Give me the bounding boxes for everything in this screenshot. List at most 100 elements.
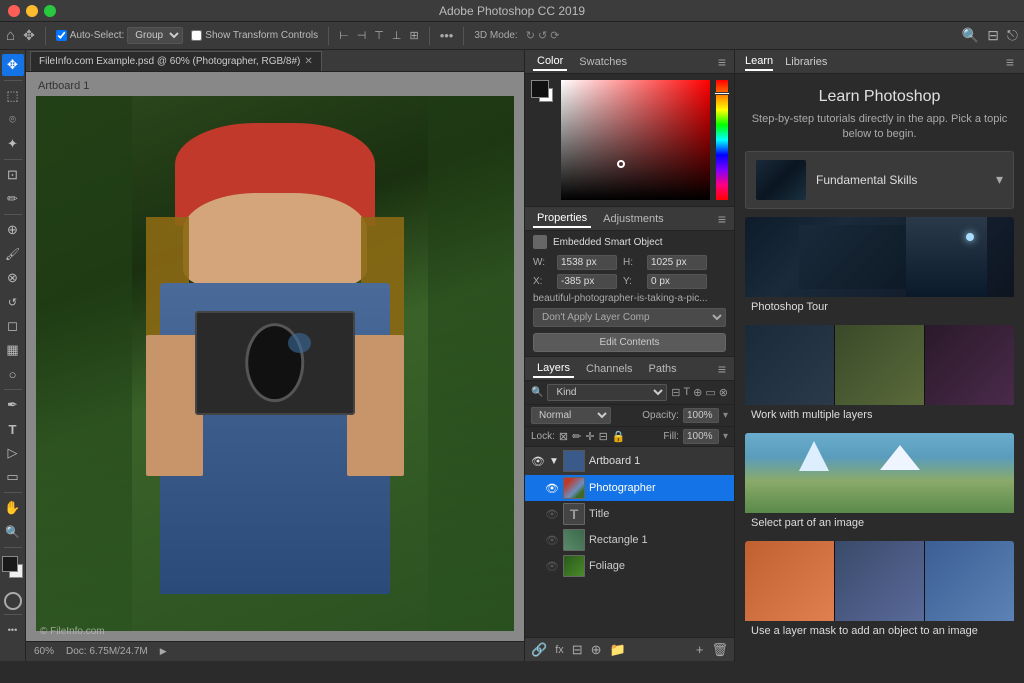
layer-vis-icon[interactable]: 👁 — [531, 455, 545, 468]
layer-item-title[interactable]: 👁 T Title — [525, 501, 734, 527]
layer-vis-rect[interactable]: 👁 — [545, 534, 559, 547]
tab-libraries[interactable]: Libraries — [785, 54, 827, 70]
close-button[interactable] — [8, 5, 20, 17]
adjustment-btn[interactable]: ⊕ — [591, 642, 602, 658]
home-icon[interactable]: ⌂ — [6, 27, 15, 44]
layer-item-rectangle1[interactable]: 👁 Rectangle 1 — [525, 527, 734, 553]
panel-menu-icon[interactable]: ≡ — [718, 54, 726, 70]
move-tool[interactable]: ✥ — [2, 54, 24, 76]
distribute-icon[interactable]: ⊞ — [409, 29, 418, 42]
eyedropper-tool[interactable]: ✏ — [2, 188, 24, 210]
history-brush-tool[interactable]: ↺ — [2, 291, 24, 313]
lock-pixels-icon[interactable]: ✏ — [572, 430, 581, 443]
more-tools-btn[interactable]: ••• — [2, 619, 24, 641]
spot-heal-tool[interactable]: ⊕ — [2, 219, 24, 241]
align-right-icon[interactable]: ⊤ — [374, 29, 384, 42]
color-gradient[interactable] — [561, 80, 710, 200]
edit-contents-btn[interactable]: Edit Contents — [533, 333, 726, 352]
layer-mask-btn[interactable]: ⊟ — [572, 642, 583, 658]
lock-transparent-icon[interactable]: ⊠ — [559, 430, 568, 443]
x-input[interactable] — [557, 274, 617, 289]
opacity-input[interactable] — [683, 408, 719, 423]
link-layers-btn[interactable]: 🔗 — [531, 642, 547, 658]
y-input[interactable] — [647, 274, 707, 289]
dodge-tool[interactable]: ○ — [2, 363, 24, 385]
tab-adjustments[interactable]: Adjustments — [599, 211, 668, 227]
layer-item-photographer[interactable]: 👁 Photographer — [525, 475, 734, 501]
align-center-icon[interactable]: ⊣ — [357, 29, 367, 42]
new-group-btn[interactable]: 📁 — [610, 642, 626, 658]
auto-select-checkbox[interactable] — [56, 30, 67, 41]
lock-artboard-icon[interactable]: ⊟ — [599, 430, 608, 443]
new-layer-btn[interactable]: + — [696, 642, 704, 657]
share-btn[interactable]: ⎋ — [1007, 27, 1018, 44]
w-input[interactable] — [557, 255, 617, 270]
learn-menu-icon[interactable]: ≡ — [1006, 54, 1014, 70]
layer-style-btn[interactable]: fx — [555, 644, 564, 656]
tutorial-multiple-layers[interactable]: Work with multiple layers — [745, 325, 1014, 427]
layer-vis-photographer[interactable]: 👁 — [545, 482, 559, 495]
zoom-tool[interactable]: 🔍 — [2, 521, 24, 543]
quick-select-tool[interactable]: ✦ — [2, 133, 24, 155]
h-input[interactable] — [647, 255, 707, 270]
tutorial-select-part[interactable]: Select part of an image — [745, 433, 1014, 535]
transform-check[interactable]: Show Transform Controls — [191, 30, 318, 41]
fg-color-swatch[interactable] — [2, 556, 18, 572]
filter-adj-icon[interactable]: ⊕ — [693, 386, 702, 399]
lasso-tool[interactable]: ⌾ — [2, 109, 24, 131]
eraser-tool[interactable]: ◻ — [2, 315, 24, 337]
fundamental-skills-header[interactable]: Fundamental Skills ▾ — [745, 151, 1014, 209]
tab-color[interactable]: Color — [533, 53, 567, 71]
layers-menu-icon[interactable]: ≡ — [718, 361, 726, 377]
lock-position-icon[interactable]: ✛ — [585, 430, 594, 443]
tab-channels[interactable]: Channels — [582, 361, 636, 377]
layout-btn[interactable]: ⊟ — [987, 27, 999, 44]
expand-icon[interactable]: ▼ — [549, 456, 559, 467]
tab-learn[interactable]: Learn — [745, 53, 773, 71]
layer-vis-foliage[interactable]: 👁 — [545, 560, 559, 573]
search-btn[interactable]: 🔍 — [962, 27, 979, 44]
hue-bar[interactable] — [716, 80, 728, 200]
filter-smart-icon[interactable]: ⊗ — [719, 386, 728, 399]
tutorial-layer-mask[interactable]: Use a layer mask to add an object to an … — [745, 541, 1014, 643]
align-top-icon[interactable]: ⊥ — [392, 29, 402, 42]
tab-properties[interactable]: Properties — [533, 210, 591, 228]
marquee-tool[interactable]: ⬚ — [2, 85, 24, 107]
layer-comp-select[interactable]: Don't Apply Layer Comp — [533, 308, 726, 327]
tab-layers[interactable]: Layers — [533, 360, 574, 378]
filter-shape-icon[interactable]: ▭ — [705, 386, 715, 399]
layer-group-artboard1[interactable]: 👁 ▼ Artboard 1 — [525, 447, 734, 475]
align-left-icon[interactable]: ⊢ — [339, 29, 349, 42]
crop-tool[interactable]: ⊡ — [2, 164, 24, 186]
layer-vis-title[interactable]: 👁 — [545, 508, 559, 521]
delete-layer-btn[interactable]: 🗑 — [711, 642, 728, 658]
tab-close[interactable]: ✕ — [304, 56, 312, 67]
fg-swatch[interactable] — [531, 80, 549, 98]
maximize-button[interactable] — [44, 5, 56, 17]
lock-all-icon[interactable]: 🔒 — [612, 430, 626, 443]
properties-menu-icon[interactable]: ≡ — [718, 211, 726, 227]
tutorial-photoshop-tour[interactable]: Photoshop Tour — [745, 217, 1014, 319]
brush-tool[interactable]: 🖌 — [2, 243, 24, 265]
shape-tool[interactable]: ▭ — [2, 466, 24, 488]
layer-item-foliage[interactable]: 👁 Foliage — [525, 553, 734, 579]
kind-select[interactable]: Kind — [547, 384, 667, 401]
auto-select-check[interactable]: Auto-Select: Group Layer — [56, 27, 183, 44]
tab-swatches[interactable]: Swatches — [575, 54, 631, 70]
filter-type-icon[interactable]: T — [683, 386, 690, 399]
gradient-tool[interactable]: ▦ — [2, 339, 24, 361]
quick-mask-btn[interactable] — [4, 592, 22, 610]
status-arrow[interactable]: ▶ — [160, 646, 167, 657]
canvas-content[interactable] — [36, 96, 514, 631]
transform-checkbox[interactable] — [191, 30, 202, 41]
pen-tool[interactable]: ✒ — [2, 394, 24, 416]
more-options-icon[interactable]: ••• — [440, 28, 454, 43]
path-select-tool[interactable]: ▷ — [2, 442, 24, 464]
tab-paths[interactable]: Paths — [645, 361, 681, 377]
minimize-button[interactable] — [26, 5, 38, 17]
auto-select-dropdown[interactable]: Group Layer — [127, 27, 183, 44]
clone-tool[interactable]: ⊗ — [2, 267, 24, 289]
canvas-area[interactable]: Artboard 1 — [26, 72, 524, 661]
hand-tool[interactable]: ✋ — [2, 497, 24, 519]
file-tab[interactable]: FileInfo.com Example.psd @ 60% (Photogra… — [30, 51, 322, 71]
